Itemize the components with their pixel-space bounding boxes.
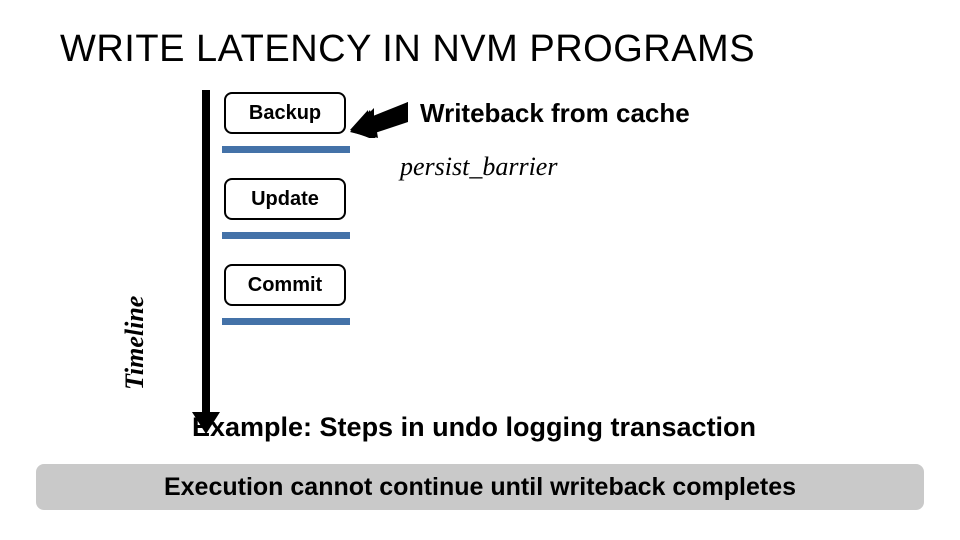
persist-barrier-annotation: persist_barrier [400, 152, 557, 182]
separator-bar [222, 232, 350, 239]
example-caption: Example: Steps in undo logging transacti… [192, 412, 756, 443]
stage-box-update: Update [224, 178, 346, 220]
writeback-annotation: Writeback from cache [420, 98, 690, 129]
bottom-banner: Execution cannot continue until writebac… [36, 464, 924, 510]
slide-title: WRITE LATENCY IN NVM PROGRAMS [60, 28, 755, 71]
separator-bar [222, 146, 350, 153]
timeline-axis-label: Timeline [120, 296, 150, 390]
stage-box-backup: Backup [224, 92, 346, 134]
writeback-arrow-icon [350, 100, 410, 138]
timeline-arrow-shaft [202, 90, 210, 420]
stage-box-commit: Commit [224, 264, 346, 306]
separator-bar [222, 318, 350, 325]
